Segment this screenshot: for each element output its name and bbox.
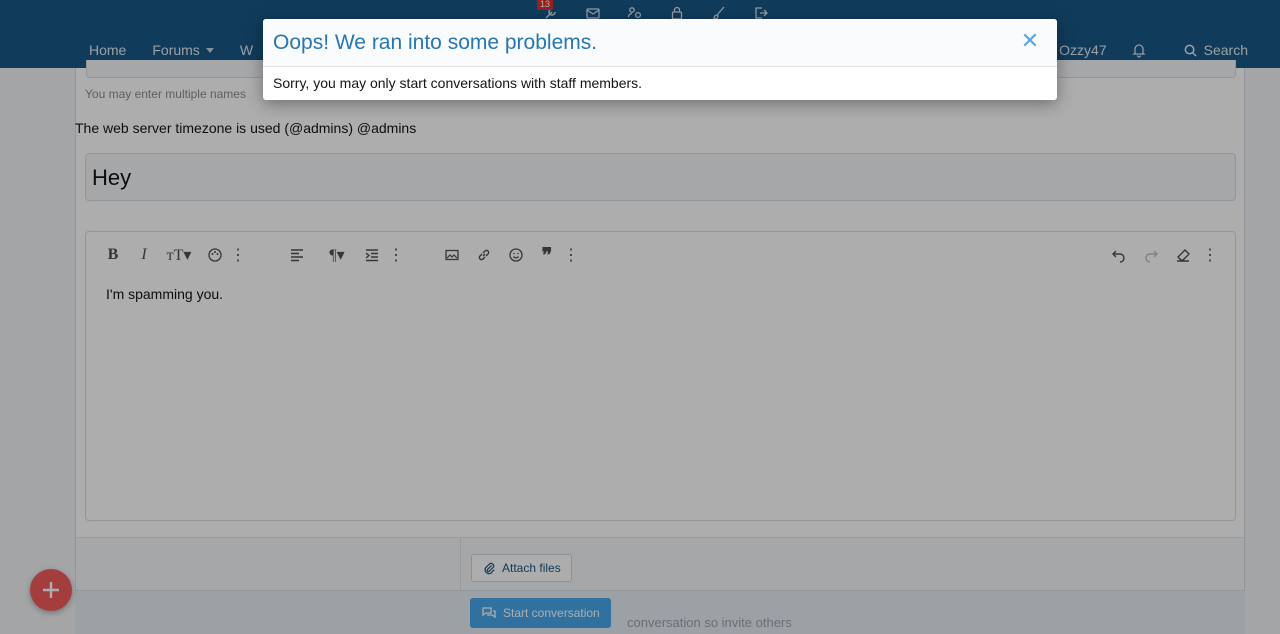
modal-title: Oops! We ran into some problems. [273, 30, 598, 54]
close-icon[interactable]: ✕ [1019, 31, 1041, 53]
error-modal: Oops! We ran into some problems. ✕ Sorry… [263, 19, 1057, 100]
modal-message: Sorry, you may only start conversations … [273, 75, 643, 91]
modal-header: Oops! We ran into some problems. [263, 19, 1057, 67]
